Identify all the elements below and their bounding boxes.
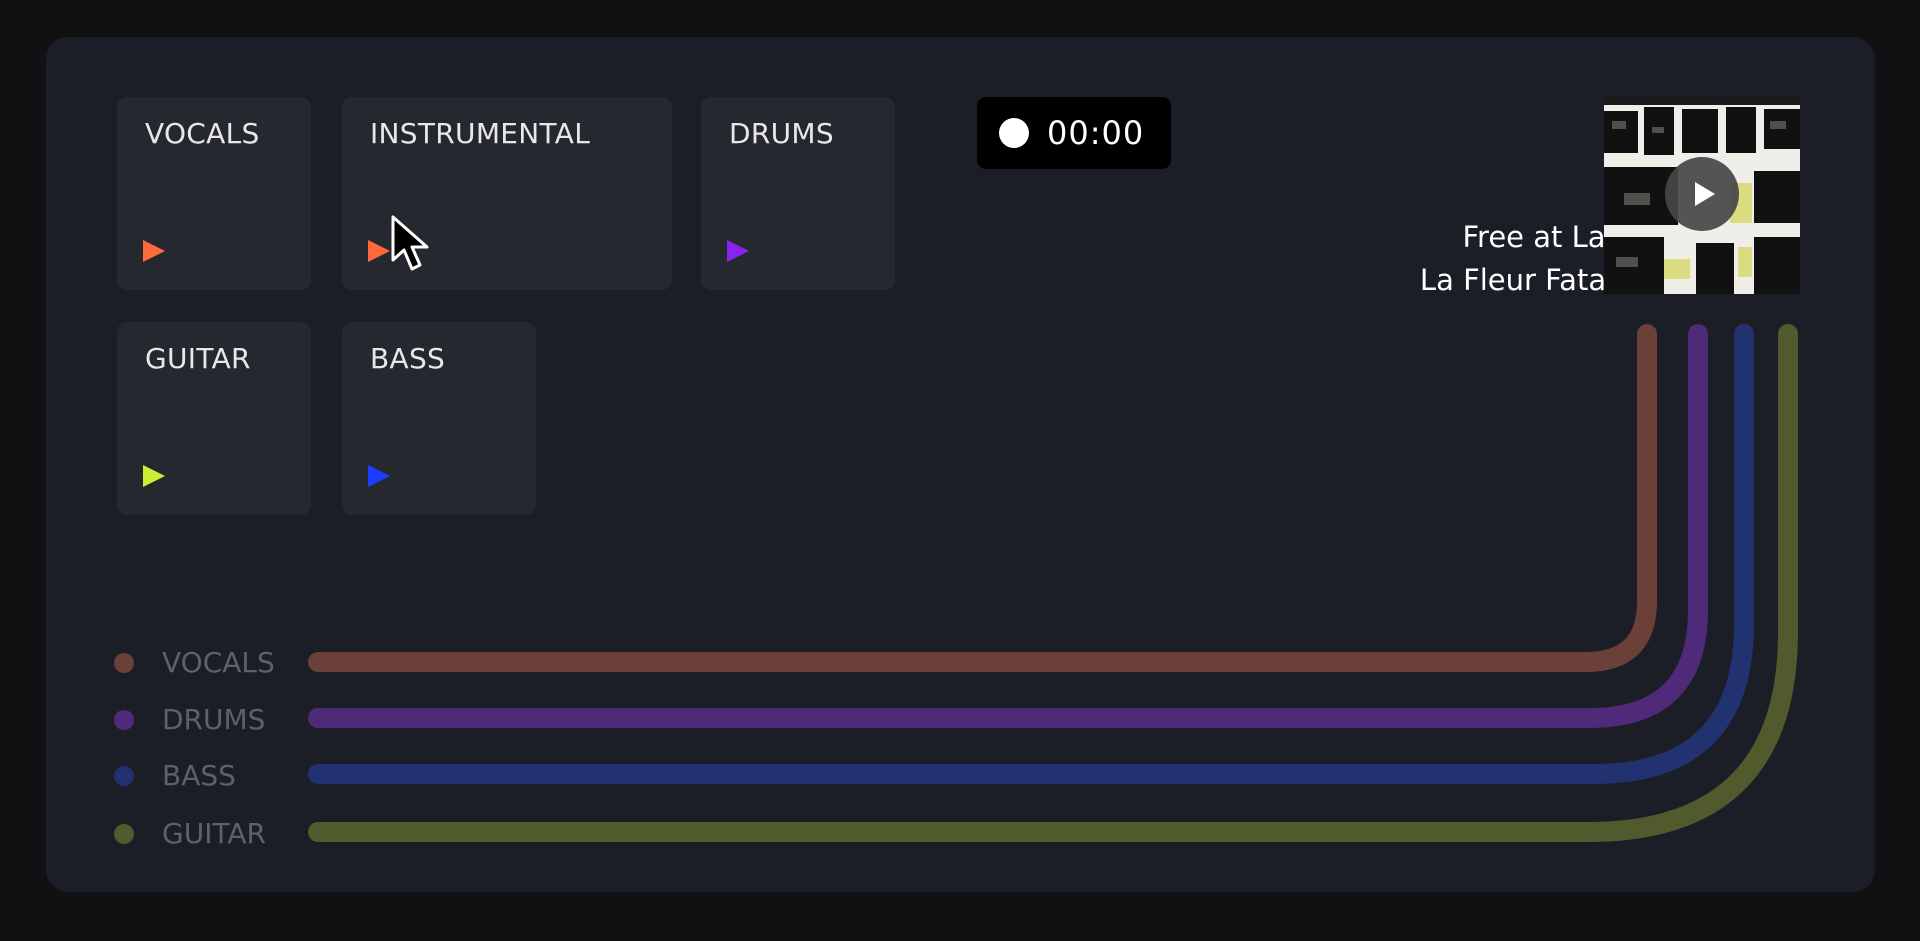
legend-label: GUITAR bbox=[162, 817, 266, 850]
legend-label: BASS bbox=[162, 759, 236, 792]
legend-item-guitar[interactable]: GUITAR bbox=[114, 817, 266, 850]
legend-item-vocals[interactable]: VOCALS bbox=[114, 646, 275, 679]
legend-label: VOCALS bbox=[162, 646, 275, 679]
legend-item-bass[interactable]: BASS bbox=[114, 759, 236, 792]
legend-dot bbox=[114, 709, 134, 730]
route-line-guitar bbox=[308, 324, 1798, 842]
route-line-vocals bbox=[308, 324, 1657, 672]
legend-dot bbox=[114, 823, 134, 844]
app-root: VOCALS INSTRUMENTAL DRUMS GUITAR BASS 00… bbox=[0, 0, 1920, 941]
legend-dot bbox=[114, 652, 134, 673]
legend-label: DRUMS bbox=[162, 703, 266, 736]
legend-item-drums[interactable]: DRUMS bbox=[114, 703, 265, 736]
legend-dot bbox=[114, 765, 134, 786]
routing-lines bbox=[308, 324, 1798, 842]
mouse-cursor-icon bbox=[391, 215, 429, 271]
